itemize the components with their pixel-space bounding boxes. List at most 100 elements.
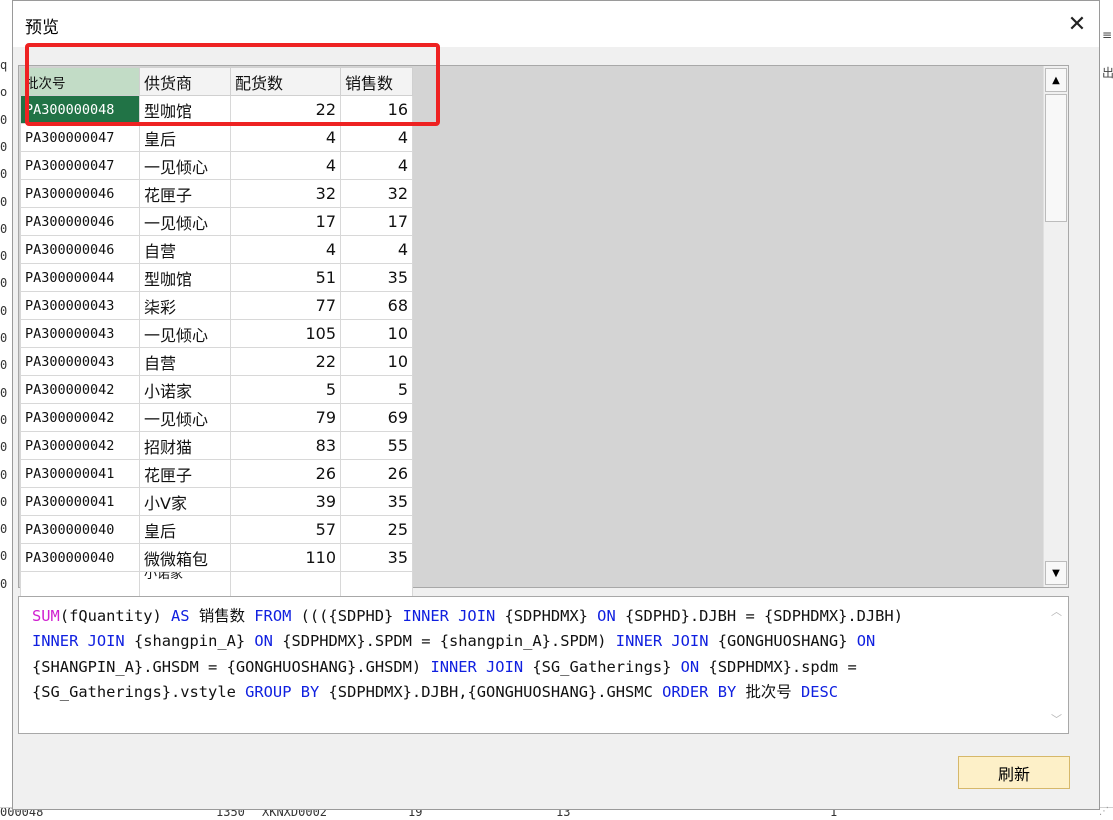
cell-supplier[interactable]: 一见倾心 [139,403,231,432]
cell-batch[interactable]: PA300000043 [20,319,140,348]
cell-allocated[interactable]: 4 [230,235,341,264]
table-row[interactable]: PA300000048 型咖馆 22 16 [20,95,413,124]
table-row[interactable]: PA300000046 自营 4 4 [20,235,413,264]
column-header-supplier[interactable]: 供货商 [139,67,231,96]
cell-sold[interactable]: 4 [340,123,413,152]
cell-batch[interactable]: PA300000042 [20,431,140,460]
cell-allocated[interactable]: 105 [230,319,341,348]
cell-batch[interactable]: PA300000043 [20,291,140,320]
cell-batch[interactable]: PA300000042 [20,403,140,432]
table-row[interactable]: PA300000047 一见倾心 4 4 [20,151,413,180]
cell-allocated[interactable]: 17 [230,207,341,236]
cell-sold[interactable]: 4 [340,151,413,180]
cell-sold[interactable]: 26 [340,459,413,488]
scroll-up-button[interactable]: ▲ [1045,68,1067,92]
cell-sold[interactable]: 5 [340,375,413,404]
cell-sold[interactable]: 55 [340,431,413,460]
cell-sold[interactable]: 68 [340,291,413,320]
cell-batch[interactable]: PA300000040 [20,543,140,572]
cell-allocated[interactable]: 4 [230,123,341,152]
table-row[interactable]: PA300000044 型咖馆 51 35 [20,263,413,292]
table-row[interactable]: PA300000042 招财猫 83 55 [20,431,413,460]
cell-batch[interactable]: PA300000047 [20,151,140,180]
table-row[interactable]: PA300000046 一见倾心 17 17 [20,207,413,236]
cell-supplier[interactable]: 小V家 [139,487,231,516]
cell-allocated[interactable]: 5 [230,375,341,404]
table-row[interactable]: PA300000041 花匣子 26 26 [20,459,413,488]
sql-scroll-up-icon[interactable]: ︿ [1051,603,1062,619]
cell-allocated[interactable]: 32 [230,179,341,208]
sql-scroll-down-icon[interactable]: ﹀ [1051,711,1062,727]
cell-supplier[interactable]: 型咖馆 [139,263,231,292]
cell-batch[interactable]: PA300000041 [20,459,140,488]
table-row[interactable]: PA300000042 一见倾心 79 69 [20,403,413,432]
cell-allocated[interactable]: 77 [230,291,341,320]
cell-allocated[interactable]: 57 [230,515,341,544]
cell-allocated[interactable]: 110 [230,543,341,572]
cell-supplier[interactable]: 花匣子 [139,459,231,488]
cell-supplier[interactable]: 微微箱包 [139,543,231,572]
cell-sold[interactable]: 32 [340,179,413,208]
cell-allocated[interactable]: 79 [230,403,341,432]
cell-allocated[interactable]: 4 [230,151,341,180]
table-row[interactable]: PA300000043 一见倾心 105 10 [20,319,413,348]
cell-supplier[interactable]: 型咖馆 [139,95,231,124]
scrollbar-thumb[interactable] [1045,94,1067,222]
sql-text-area[interactable]: SUM(fQuantity) AS 销售数 FROM ((({SDPHD} IN… [18,596,1069,734]
cell-allocated[interactable]: 83 [230,431,341,460]
table-row[interactable]: PA300000046 花匣子 32 32 [20,179,413,208]
column-header-sold[interactable]: 销售数 [340,67,413,96]
cell-batch[interactable]: PA300000046 [20,235,140,264]
cell-batch[interactable]: PA300000048 [20,95,140,124]
cell-supplier[interactable]: 一见倾心 [139,151,231,180]
table-row[interactable]: PA300000040 微微箱包 110 35 [20,543,413,572]
cell-allocated[interactable]: 39 [230,487,341,516]
table-row[interactable]: PA300000047 皇后 4 4 [20,123,413,152]
cell-sold[interactable]: 35 [340,543,413,572]
column-header-allocated[interactable]: 配货数 [230,67,341,96]
cell-sold[interactable]: 17 [340,207,413,236]
cell-supplier[interactable]: 自营 [139,347,231,376]
cell-batch[interactable]: PA300000043 [20,347,140,376]
cell-supplier[interactable]: 一见倾心 [139,319,231,348]
cell-supplier[interactable]: 皇后 [139,515,231,544]
cell-supplier[interactable]: 自营 [139,235,231,264]
cell-sold[interactable]: 10 [340,347,413,376]
refresh-button[interactable]: 刷新 [958,756,1070,789]
table-row[interactable]: PA300000043 柒彩 77 68 [20,291,413,320]
scroll-down-button[interactable]: ▼ [1045,561,1067,585]
cell-batch[interactable]: PA300000044 [20,263,140,292]
cell-batch[interactable]: PA300000040 [20,515,140,544]
cell-supplier[interactable]: 柒彩 [139,291,231,320]
cell-allocated[interactable]: 22 [230,347,341,376]
cell-sold[interactable]: 35 [340,263,413,292]
cell-batch[interactable]: PA300000046 [20,207,140,236]
cell-supplier[interactable]: 花匣子 [139,179,231,208]
cell-allocated[interactable]: 51 [230,263,341,292]
cell-batch[interactable]: PA300000041 [20,487,140,516]
cell-batch[interactable]: PA300000042 [20,375,140,404]
cell-allocated[interactable]: 26 [230,459,341,488]
table-row[interactable]: PA300000042 小诺家 5 5 [20,375,413,404]
cell-batch[interactable]: PA300000047 [20,123,140,152]
table-row[interactable]: PA300000043 自营 22 10 [20,347,413,376]
resize-grip-icon[interactable]: ⋰ [1099,806,1109,817]
cell-supplier[interactable]: 皇后 [139,123,231,152]
cell-supplier[interactable]: 一见倾心 [139,207,231,236]
cell-sold[interactable]: 16 [340,95,413,124]
title-bar: 预览 ✕ [13,1,1099,47]
cell-sold[interactable]: 69 [340,403,413,432]
cell-allocated[interactable]: 22 [230,95,341,124]
cell-sold[interactable]: 25 [340,515,413,544]
cell-batch[interactable]: PA300000046 [20,179,140,208]
column-header-batch[interactable]: 批次号 [20,67,140,96]
cell-sold[interactable]: 35 [340,487,413,516]
table-row[interactable]: PA300000040 皇后 57 25 [20,515,413,544]
close-button[interactable]: ✕ [1059,7,1095,41]
table-row[interactable]: PA300000041 小V家 39 35 [20,487,413,516]
cell-sold[interactable]: 4 [340,235,413,264]
cell-supplier[interactable]: 小诺家 [139,375,231,404]
cell-sold[interactable]: 10 [340,319,413,348]
cell-supplier[interactable]: 招财猫 [139,431,231,460]
grid-vertical-scrollbar[interactable]: ▲ ▼ [1043,66,1068,587]
